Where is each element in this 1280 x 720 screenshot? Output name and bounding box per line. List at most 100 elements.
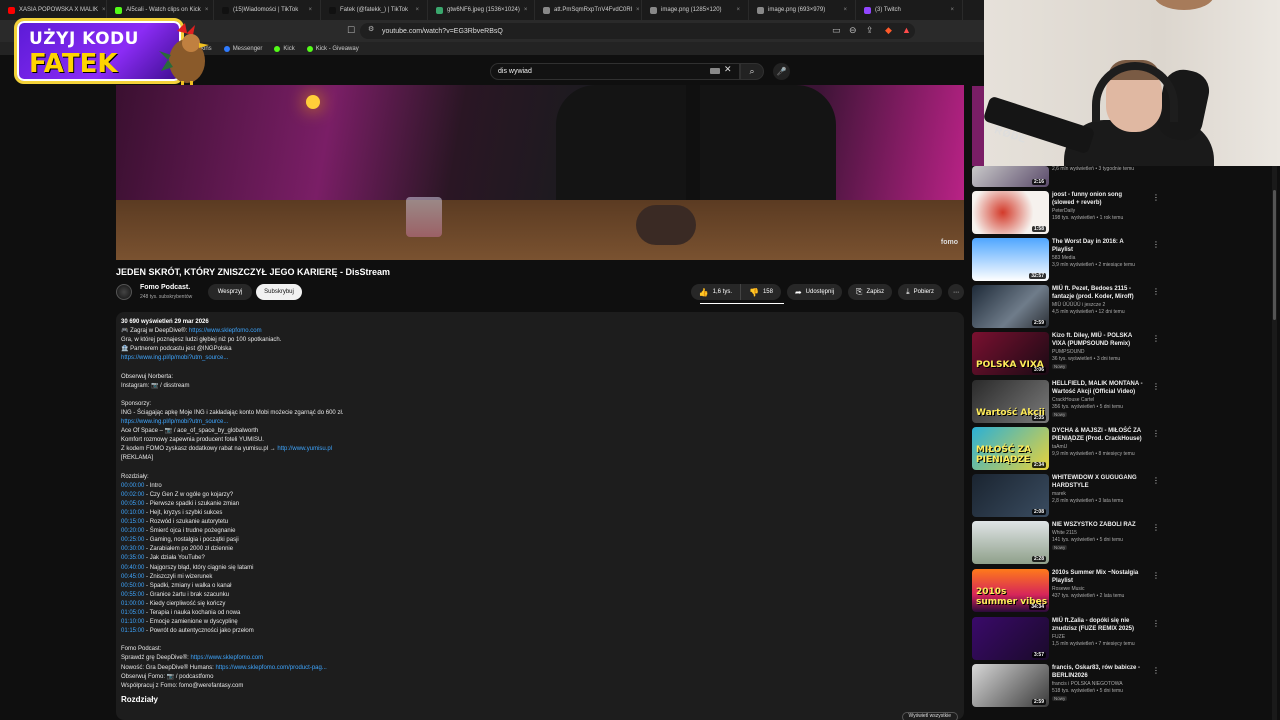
recommended-video[interactable]: 2:59 MIÜ ft. Pezet, Bedoes 2115 - fantazj… <box>972 285 1160 328</box>
voice-search-button[interactable]: 🎤 <box>773 63 790 80</box>
browser-tab[interactable]: att.PmSqmRxpTnV4FvdC0Rl × <box>535 0 642 20</box>
recommended-video[interactable]: 2:59 francis, Oskar83, rów babicze - BERL… <box>972 664 1160 707</box>
dislike-button[interactable]: 👎 158 <box>739 284 781 300</box>
recommended-channel[interactable]: MIÜ ŪŪŪŪŪ i jeszcze 2 <box>1052 302 1144 309</box>
video-thumbnail[interactable]: 3:57 <box>972 617 1049 660</box>
recommended-title[interactable]: The Worst Day in 2016: A Playlist <box>1052 238 1144 254</box>
recommended-video[interactable]: 2010s summer vibes 34:34 2010s Summer Mix … <box>972 569 1160 612</box>
clear-search-icon[interactable]: ✕ <box>724 64 732 75</box>
video-thumbnail[interactable]: 2:16 <box>972 166 1049 187</box>
tab-close-icon[interactable]: × <box>308 7 312 13</box>
video-thumbnail[interactable]: MIŁOŚĆ ZA PIENIĄDZE 2:34 <box>972 427 1049 470</box>
chapter-timestamp[interactable]: 00:05:00 <box>121 501 144 507</box>
video-thumbnail[interactable]: 2010s summer vibes 34:34 <box>972 569 1049 612</box>
like-button[interactable]: 👍 1,6 tys. <box>691 284 740 300</box>
recommended-title[interactable]: francis, Oskar83, rów babicze - BERLIN20… <box>1052 664 1144 680</box>
chapter-timestamp[interactable]: 00:45:00 <box>121 574 144 580</box>
description-link[interactable]: http://www.yumisu.pl <box>277 446 332 452</box>
browser-tab[interactable]: Fatek (@fatekk_) | TikTok × <box>321 0 428 20</box>
video-thumbnail[interactable]: 2:08 <box>972 474 1049 517</box>
tab-close-icon[interactable]: × <box>205 7 209 13</box>
chapter-timestamp[interactable]: 00:35:00 <box>121 555 144 561</box>
tab-close-icon[interactable]: × <box>736 7 740 13</box>
browser-tab[interactable]: (15)Wiadomości | TikTok × <box>214 0 321 20</box>
recommended-video[interactable]: MIŁOŚĆ ZA PIENIĄDZE 2:34 DYCHA & MAJSZI - … <box>972 427 1160 470</box>
recommended-channel[interactable]: Rosewe Music <box>1052 586 1144 593</box>
description-link[interactable]: https://www.sklepfomo.com/product-pag... <box>215 665 326 671</box>
video-description[interactable]: 30 690 wyświetleń 29 mar 2026 🎮 Zagraj w… <box>116 312 964 720</box>
description-link[interactable]: https://www.sklepfomo.com <box>190 655 263 661</box>
chapter-timestamp[interactable]: 00:02:00 <box>121 492 144 498</box>
tab-close-icon[interactable]: × <box>843 7 847 13</box>
recommended-channel[interactable]: CrackHouse Cartel <box>1052 397 1144 404</box>
recommended-video[interactable]: 2:16 2,6 mln wyświetleń • 3 tygodnie temu <box>972 166 1144 187</box>
join-button[interactable]: Wesprzyj <box>208 284 252 300</box>
recommended-title[interactable]: Kizo ft. Diley, MIÜ - POLSKA VIXA (PUMPS… <box>1052 332 1144 348</box>
share-button[interactable]: ➦ Udostępnij <box>786 284 843 300</box>
chapter-timestamp[interactable]: 00:50:00 <box>121 583 144 589</box>
tab-close-icon[interactable]: × <box>636 7 640 13</box>
more-options-icon[interactable]: ⋮ <box>1152 240 1160 249</box>
recommended-video[interactable]: 32:57 The Worst Day in 2016: A Playlist 58… <box>972 238 1160 281</box>
download-button[interactable]: ⤓ Pobierz <box>898 284 942 300</box>
tab-close-icon[interactable]: × <box>102 7 106 13</box>
chapter-timestamp[interactable]: 00:20:00 <box>121 528 144 534</box>
site-info-icon[interactable]: ⚙ <box>368 25 374 33</box>
save-button[interactable]: ⎘ Zapisz <box>848 284 893 300</box>
cast-icon[interactable]: ▭ <box>832 25 841 36</box>
recommended-video[interactable]: POLSKA VIXA 3:06 Kizo ft. Diley, MIÜ - POL… <box>972 332 1160 375</box>
more-options-icon[interactable]: ⋮ <box>1152 287 1160 296</box>
chapter-timestamp[interactable]: 00:10:00 <box>121 510 144 516</box>
recommended-channel[interactable]: White 2115 <box>1052 530 1144 537</box>
more-options-icon[interactable]: ⋮ <box>1152 619 1160 628</box>
browser-tab[interactable]: gtw6NF6.jpeg (1536×1024) × <box>428 0 535 20</box>
recommended-channel[interactable]: 583 Media <box>1052 255 1144 262</box>
search-button[interactable]: ⌕ <box>740 63 764 80</box>
recommended-channel[interactable]: FUZE <box>1052 634 1144 641</box>
recommended-title[interactable]: HELLFIELD, MALIK MONTANA - Wartość Akcji… <box>1052 380 1144 396</box>
bookmark-item[interactable]: Kick <box>274 45 295 52</box>
scrollbar-thumb[interactable] <box>1273 190 1276 320</box>
search-input[interactable]: dis wywiad <box>490 63 740 80</box>
chapter-timestamp[interactable]: 00:55:00 <box>121 592 144 598</box>
chapter-timestamp[interactable]: 00:30:00 <box>121 546 144 552</box>
chapter-timestamp[interactable]: 00:25:00 <box>121 537 144 543</box>
chapter-timestamp[interactable]: 01:15:00 <box>121 628 144 634</box>
recommended-video[interactable]: Wartość Akcji 2:35 HELLFIELD, MALIK MONTAN… <box>972 380 1160 423</box>
recommended-title[interactable]: joost - funny onion song (slowed + rever… <box>1052 191 1144 207</box>
subscribe-button[interactable]: Subskrybuj <box>256 284 302 300</box>
chapter-timestamp[interactable]: 01:10:00 <box>121 619 144 625</box>
chapter-timestamp[interactable]: 00:15:00 <box>121 519 144 525</box>
chapter-timestamp[interactable]: 00:00:00 <box>121 483 144 489</box>
chapter-timestamp[interactable]: 01:05:00 <box>121 610 144 616</box>
recommended-channel[interactable]: taAmU <box>1052 444 1144 451</box>
zoom-icon[interactable]: ⊖ <box>849 25 857 36</box>
recommended-channel[interactable]: francis i POLSKA NIEGOTOWA <box>1052 681 1144 688</box>
recommended-channel[interactable]: marek <box>1052 491 1144 498</box>
recommended-video[interactable]: 3:57 MIÜ ft.Zalia - dopóki się nie znudzi… <box>972 617 1160 660</box>
recommended-title[interactable]: DYCHA & MAJSZI - MIŁOŚĆ ZA PIENIĄDZE (Pr… <box>1052 427 1144 443</box>
video-thumbnail[interactable]: 32:57 <box>972 238 1049 281</box>
more-options-icon[interactable]: ⋮ <box>1152 571 1160 580</box>
chapter-timestamp[interactable]: 00:40:00 <box>121 565 144 571</box>
more-options-icon[interactable]: ⋮ <box>1152 334 1160 343</box>
tab-close-icon[interactable]: × <box>524 7 528 13</box>
recommended-video[interactable]: 2:08 WHITEWIDOW X GUGUGANG HARDSTYLE marek… <box>972 474 1160 517</box>
browser-tab[interactable]: (3) Twitch × <box>856 0 963 20</box>
description-link[interactable]: https://www.ing.pl/lp/mobi?utm_source... <box>121 355 228 361</box>
more-options-icon[interactable]: ⋮ <box>1152 382 1160 391</box>
video-thumbnail[interactable]: 2:28 <box>972 521 1049 564</box>
more-actions-button[interactable]: ⋯ <box>948 284 964 300</box>
video-thumbnail[interactable]: 1:58 <box>972 191 1049 234</box>
description-link[interactable]: https://www.sklepfomo.com <box>189 328 262 334</box>
bookmark-item[interactable]: Kick - Giveaway <box>306 45 359 52</box>
recommended-title[interactable]: 2010s Summer Mix ~Nostalgia Playlist <box>1052 569 1144 585</box>
channel-avatar[interactable] <box>116 284 132 300</box>
bookmark-item[interactable]: Messenger <box>223 45 262 52</box>
tab-close-icon[interactable]: × <box>950 7 954 13</box>
share-icon[interactable]: ⇪ <box>866 25 874 36</box>
video-thumbnail[interactable]: POLSKA VIXA 3:06 <box>972 332 1049 375</box>
more-options-icon[interactable]: ⋮ <box>1152 429 1160 438</box>
chapter-timestamp[interactable]: 01:00:00 <box>121 601 144 607</box>
recommended-title[interactable]: NIE WSZYSTKO ZABOLI RAZ <box>1052 521 1144 529</box>
